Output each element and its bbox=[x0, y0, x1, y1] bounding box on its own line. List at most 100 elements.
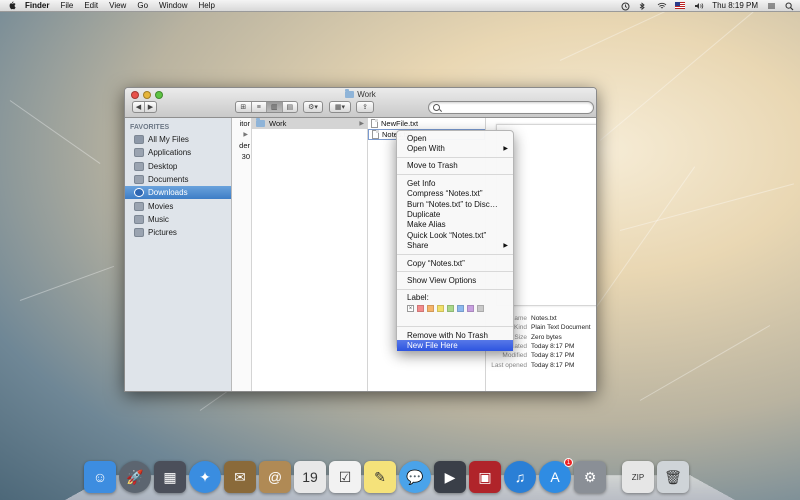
sidebar-item-all-my-files[interactable]: All My Files bbox=[125, 133, 231, 146]
list-item[interactable]: der bbox=[232, 140, 251, 151]
label-color-swatch[interactable] bbox=[447, 305, 454, 313]
safari-icon[interactable]: ✦ bbox=[189, 461, 221, 493]
back-button[interactable]: ◀ bbox=[133, 102, 145, 112]
menu-file[interactable]: File bbox=[60, 1, 73, 10]
share-button[interactable]: ⇪ bbox=[356, 101, 374, 113]
menu-item-burn[interactable]: Burn “Notes.txt” to Disc… bbox=[397, 199, 513, 209]
dock-glyph: ZIP bbox=[631, 472, 645, 482]
menu-item-make-alias[interactable]: Make Alias bbox=[397, 220, 513, 230]
launchpad-icon[interactable]: 🚀 bbox=[119, 461, 151, 493]
info-value: Zero bytes bbox=[531, 333, 562, 341]
wifi-icon[interactable] bbox=[657, 2, 667, 10]
label-color-swatch[interactable] bbox=[467, 305, 474, 313]
menu-item-remove-no-trash[interactable]: Remove with No Trash bbox=[397, 330, 513, 340]
volume-icon[interactable] bbox=[694, 2, 704, 10]
menu-item-quick-look[interactable]: Quick Look “Notes.txt” bbox=[397, 230, 513, 240]
menu-item-compress[interactable]: Compress “Notes.txt” bbox=[397, 189, 513, 199]
title-bar[interactable]: Work ◀ ▶ ⊞ ≡ ▥ ▤ ⚙▾ ▦▾ ⇪ bbox=[125, 88, 596, 118]
sidebar-item-label: Documents bbox=[148, 175, 189, 185]
user-list-icon[interactable] bbox=[767, 2, 776, 10]
list-item-label: der bbox=[239, 141, 250, 150]
sidebar-item-label: All My Files bbox=[148, 135, 189, 145]
sidebar-item-pictures[interactable]: Pictures bbox=[125, 226, 231, 239]
menu-item-open-with[interactable]: Open With ▶ bbox=[397, 143, 513, 153]
menu-item-duplicate[interactable]: Duplicate bbox=[397, 209, 513, 219]
column-view-button[interactable]: ▥ bbox=[267, 102, 283, 112]
flag-icon[interactable] bbox=[675, 2, 686, 9]
menu-help[interactable]: Help bbox=[198, 1, 214, 10]
notes-icon[interactable]: ✎ bbox=[364, 461, 396, 493]
menu-item-open[interactable]: Open bbox=[397, 133, 513, 143]
archive-icon[interactable]: ZIP bbox=[622, 461, 654, 493]
arrange-button[interactable]: ▦▾ bbox=[329, 101, 351, 113]
messages-icon[interactable]: 💬 bbox=[399, 461, 431, 493]
sidebar-item-music[interactable]: Music bbox=[125, 213, 231, 226]
action-button[interactable]: ⚙▾ bbox=[303, 101, 323, 113]
sidebar-item-label: Downloads bbox=[148, 188, 188, 198]
search-field[interactable] bbox=[428, 101, 594, 114]
sidebar-item-desktop[interactable]: Desktop bbox=[125, 160, 231, 173]
sidebar: FAVORITES All My Files Applications Deskto… bbox=[125, 118, 232, 391]
list-item[interactable]: 30 bbox=[232, 151, 251, 162]
menu-item-share[interactable]: Share ▶ bbox=[397, 241, 513, 251]
mail-icon[interactable]: ✉ bbox=[224, 461, 256, 493]
menu-window[interactable]: Window bbox=[159, 1, 187, 10]
sidebar-item-documents[interactable]: Documents bbox=[125, 173, 231, 186]
label-color-swatch[interactable] bbox=[457, 305, 464, 313]
calendar-icon[interactable]: 19 bbox=[294, 461, 326, 493]
list-view-button[interactable]: ≡ bbox=[252, 102, 267, 112]
contacts-icon[interactable]: @ bbox=[259, 461, 291, 493]
sidebar-item-movies[interactable]: Movies bbox=[125, 199, 231, 212]
time-machine-icon[interactable] bbox=[621, 2, 630, 10]
label-color-swatch[interactable] bbox=[477, 305, 484, 313]
menu-finder[interactable]: Finder bbox=[25, 1, 49, 10]
sidebar-item-downloads[interactable]: Downloads bbox=[125, 186, 231, 200]
system-preferences-icon[interactable]: ⚙ bbox=[574, 461, 606, 493]
spotlight-icon[interactable] bbox=[785, 2, 794, 10]
finder-icon[interactable]: ☺ bbox=[84, 461, 116, 493]
list-item-newfile[interactable]: NewFile.txt bbox=[368, 118, 485, 129]
notification-badge: 1 bbox=[564, 458, 573, 467]
photo-booth-icon[interactable]: ▣ bbox=[469, 461, 501, 493]
sidebar-heading: FAVORITES bbox=[130, 124, 170, 131]
menu-item-label: Move to Trash bbox=[407, 161, 458, 171]
label-color-swatch[interactable] bbox=[437, 305, 444, 313]
reminders-icon[interactable]: ☑ bbox=[329, 461, 361, 493]
menu-separator bbox=[397, 326, 513, 328]
bluetooth-icon[interactable] bbox=[639, 1, 648, 10]
label-none-icon[interactable]: × bbox=[407, 305, 414, 313]
menu-item-copy[interactable]: Copy “Notes.txt” bbox=[397, 258, 513, 268]
menu-item-label: Get Info bbox=[407, 178, 436, 188]
dock-glyph: ▶ bbox=[444, 468, 456, 485]
sidebar-item-label: Pictures bbox=[148, 228, 177, 238]
label-color-swatch[interactable] bbox=[427, 305, 434, 313]
list-item[interactable]: ▶ bbox=[232, 129, 251, 140]
forward-button[interactable]: ▶ bbox=[145, 102, 156, 112]
mission-control-icon[interactable]: ▦ bbox=[154, 461, 186, 493]
clock[interactable]: Thu 8:19 PM bbox=[712, 1, 758, 10]
menu-edit[interactable]: Edit bbox=[84, 1, 98, 10]
sidebar-item-applications[interactable]: Applications bbox=[125, 146, 231, 159]
list-item[interactable]: itor bbox=[232, 118, 251, 129]
trash-icon[interactable]: 🗑 bbox=[657, 461, 689, 493]
itunes-icon[interactable]: ♫ bbox=[504, 461, 536, 493]
facetime-icon[interactable]: ▶ bbox=[434, 461, 466, 493]
icon-view-button[interactable]: ⊞ bbox=[236, 102, 252, 112]
menu-go[interactable]: Go bbox=[137, 1, 148, 10]
menu-view[interactable]: View bbox=[109, 1, 126, 10]
cover-flow-button[interactable]: ▤ bbox=[283, 102, 298, 112]
dock-glyph: 19 bbox=[302, 469, 318, 485]
menu-item-new-file-here[interactable]: New File Here bbox=[397, 340, 513, 351]
label-color-swatch[interactable] bbox=[417, 305, 424, 313]
menu-item-label: Make Alias bbox=[407, 220, 446, 230]
window-title: Work bbox=[357, 90, 376, 99]
menu-item-get-info[interactable]: Get Info bbox=[397, 178, 513, 188]
menu-item-move-to-trash[interactable]: Move to Trash bbox=[397, 161, 513, 171]
list-item-work[interactable]: Work ▶ bbox=[252, 118, 367, 129]
apple-icon[interactable] bbox=[7, 1, 17, 11]
app-store-icon[interactable]: A1 bbox=[539, 458, 573, 493]
search-input[interactable] bbox=[443, 103, 589, 113]
menu-separator bbox=[397, 174, 513, 176]
label-color-picker: × bbox=[397, 303, 513, 314]
menu-item-show-view-options[interactable]: Show View Options bbox=[397, 275, 513, 285]
